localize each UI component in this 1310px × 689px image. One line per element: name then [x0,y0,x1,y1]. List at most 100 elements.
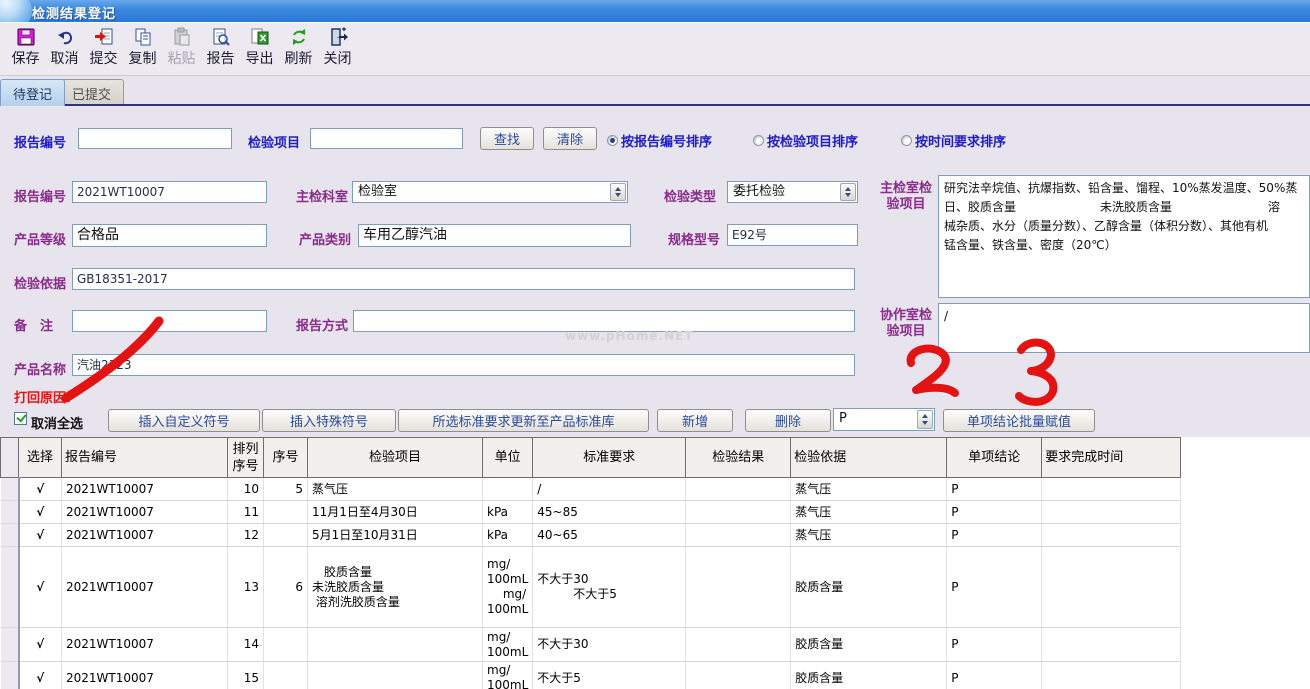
cell-basis[interactable]: 胶质含量 [791,628,947,662]
cell-sort_no[interactable]: 10 [228,478,264,501]
cell-unit[interactable]: mg/ 100mL mg/ 100mL [483,547,533,628]
cell-basis[interactable]: 蒸气压 [791,501,947,524]
cell-conclusion[interactable]: P [947,662,1042,689]
cell-basis[interactable]: 胶质含量 [791,547,947,628]
cell-seq_no[interactable]: 6 [264,547,308,628]
inspect-basis-input[interactable]: GB18351-2017 [72,268,855,290]
cell-report_no[interactable]: 2021WT10007 [62,478,228,501]
cell-std_req[interactable]: 不大于5 [533,662,686,689]
cell-seq_no[interactable] [264,628,308,662]
cell-basis[interactable]: 蒸气压 [791,478,947,501]
column-header-report_no[interactable]: 报告编号 [62,438,228,478]
cell-unit[interactable]: kPa [483,524,533,547]
cell-item[interactable]: 蒸气压 [308,478,483,501]
cell-select[interactable]: √ [19,547,62,628]
column-header-std_req[interactable]: 标准要求 [533,438,686,478]
cell-sort_no[interactable]: 11 [228,501,264,524]
table-row[interactable]: √2021WT1000714mg/ 100mL不大于30胶质含量P [1,628,1181,662]
cell-select[interactable]: √ [19,478,62,501]
close-button[interactable]: 关闭 [318,26,357,74]
insert-special-symbol-button[interactable]: 插入特殊符号 [262,409,396,432]
cell-rowhdr[interactable] [1,524,19,547]
search-report-no-input[interactable] [78,128,232,149]
uncheck-all-checkbox[interactable] [14,412,27,425]
search-item-input[interactable] [310,128,463,149]
main-dept-combo[interactable]: 检验室 [352,181,628,203]
submit-button[interactable]: 提交 [84,26,123,74]
cell-seq_no[interactable] [264,524,308,547]
cell-seq_no[interactable] [264,501,308,524]
cell-conclusion[interactable]: P [947,547,1042,628]
cell-conclusion[interactable]: P [947,524,1042,547]
cell-result[interactable] [686,478,791,501]
cell-result[interactable] [686,547,791,628]
report-method-input[interactable] [353,310,855,332]
table-row[interactable]: √2021WT10007136 胶质含量 未洗胶质含量 溶剂洗胶质含量mg/ 1… [1,547,1181,628]
report-no-input[interactable]: 2021WT10007 [72,181,267,203]
column-header-select[interactable]: 选择 [19,438,62,478]
product-grade-input[interactable]: 合格品 [72,224,267,247]
cell-conclusion[interactable]: P [947,501,1042,524]
cell-result[interactable] [686,501,791,524]
conclusion-combo[interactable]: P [833,408,935,431]
cell-item[interactable] [308,628,483,662]
spinner-icon[interactable] [917,410,933,429]
cell-unit[interactable]: mg/ 100mL [483,628,533,662]
column-header-basis[interactable]: 检验依据 [791,438,947,478]
column-header-result[interactable]: 检验结果 [686,438,791,478]
sort-by-item-radio[interactable]: 按检验项目排序 [753,131,858,150]
spec-model-input[interactable]: E92号 [727,224,858,246]
find-button[interactable]: 查找 [480,127,534,150]
update-standard-button[interactable]: 所选标准要求更新至产品标准库 [398,409,649,432]
cell-report_no[interactable]: 2021WT10007 [62,547,228,628]
column-header-item[interactable]: 检验项目 [308,438,483,478]
cell-unit[interactable]: kPa [483,501,533,524]
cell-due_time[interactable] [1042,662,1181,689]
table-row[interactable]: √2021WT10007105蒸气压/蒸气压P [1,478,1181,501]
column-header-due_time[interactable]: 要求完成时间 [1042,438,1181,478]
table-row[interactable]: √2021WT1000715mg/ 100mL不大于5胶质含量P [1,662,1181,689]
cell-due_time[interactable] [1042,478,1181,501]
cell-conclusion[interactable]: P [947,478,1042,501]
sort-by-report-no-radio[interactable]: 按报告编号排序 [607,131,712,150]
save-button[interactable]: 保存 [6,26,45,74]
cell-due_time[interactable] [1042,628,1181,662]
cell-std_req[interactable]: 不大于30 [533,628,686,662]
spinner-icon[interactable] [840,183,856,201]
product-name-input[interactable]: 汽油2323 [72,354,855,376]
cell-basis[interactable]: 蒸气压 [791,524,947,547]
cell-rowhdr[interactable] [1,662,19,689]
spinner-icon[interactable] [610,183,626,201]
cell-report_no[interactable]: 2021WT10007 [62,524,228,547]
report-button[interactable]: 报告 [201,26,240,74]
cell-rowhdr[interactable] [1,478,19,501]
cell-report_no[interactable]: 2021WT10007 [62,662,228,689]
sort-by-time-radio[interactable]: 按时间要求排序 [901,131,1006,150]
coop-items-textarea[interactable]: / [938,303,1310,353]
cell-select[interactable]: √ [19,524,62,547]
main-items-textarea[interactable]: 研究法辛烷值、抗爆指数、铅含量、馏程、10%蒸发温度、50%蒸 日、胶质含量 未… [938,175,1310,298]
cell-std_req[interactable]: / [533,478,686,501]
column-header-conclusion[interactable]: 单项结论 [947,438,1042,478]
cell-result[interactable] [686,628,791,662]
cell-item[interactable]: 11月1日至4月30日 [308,501,483,524]
cell-sort_no[interactable]: 14 [228,628,264,662]
cell-due_time[interactable] [1042,524,1181,547]
cancel-button[interactable]: 取消 [45,26,84,74]
cell-rowhdr[interactable] [1,501,19,524]
cell-rowhdr[interactable] [1,547,19,628]
inspect-type-combo[interactable]: 委托检验 [727,181,858,203]
column-header-seq_no[interactable]: 序号 [264,438,308,478]
cell-result[interactable] [686,524,791,547]
cell-report_no[interactable]: 2021WT10007 [62,501,228,524]
cell-sort_no[interactable]: 12 [228,524,264,547]
cell-basis[interactable]: 胶质含量 [791,662,947,689]
cell-rowhdr[interactable] [1,628,19,662]
cell-result[interactable] [686,662,791,689]
cell-report_no[interactable]: 2021WT10007 [62,628,228,662]
cell-select[interactable]: √ [19,628,62,662]
batch-assign-button[interactable]: 单项结论批量赋值 [943,409,1095,432]
copy-button[interactable]: 复制 [123,26,162,74]
cell-select[interactable]: √ [19,662,62,689]
cell-std_req[interactable]: 40~65 [533,524,686,547]
